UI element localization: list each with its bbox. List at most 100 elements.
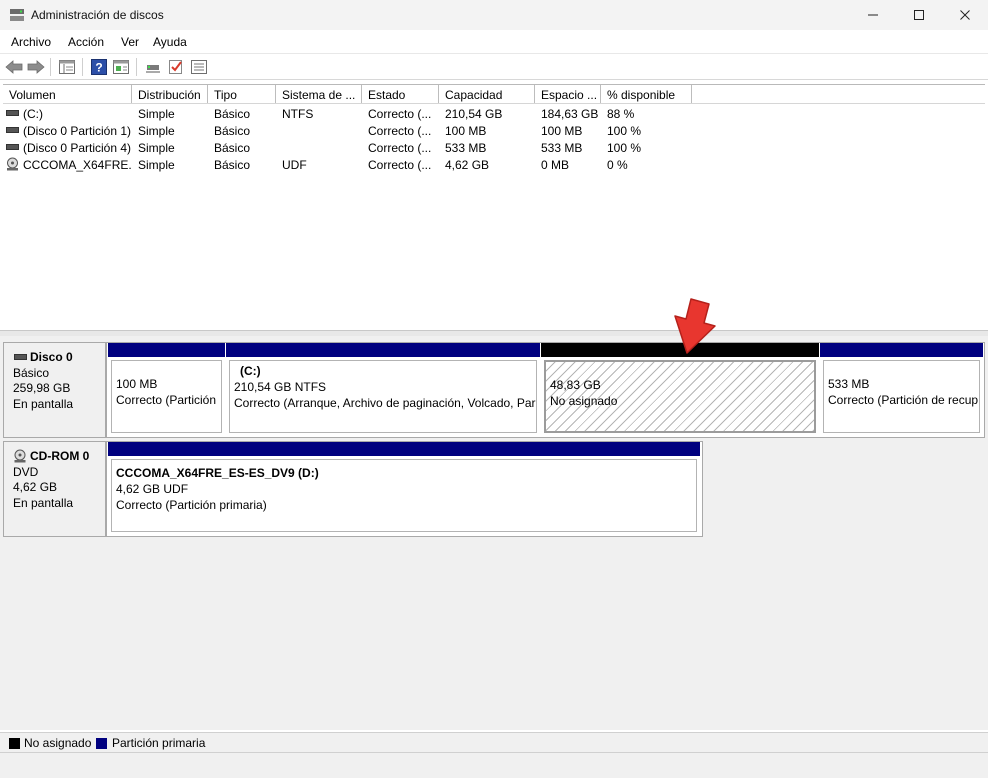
properties-icon bbox=[191, 60, 207, 74]
disk-label-cdrom-0[interactable]: CD-ROM 0 DVD 4,62 GB En pantalla bbox=[3, 441, 106, 537]
partition-status: Correcto (Partición primaria) bbox=[116, 498, 267, 512]
cell-disponible: 100 % bbox=[607, 141, 642, 155]
console-tree-icon bbox=[59, 60, 75, 74]
action-pane-button[interactable] bbox=[111, 57, 131, 77]
partition-size: 100 MB bbox=[116, 377, 158, 391]
cell-distribucion: Simple bbox=[138, 158, 175, 172]
checkmark-icon bbox=[169, 60, 182, 74]
connect-icon bbox=[146, 65, 160, 73]
cell-distribucion: Simple bbox=[138, 107, 175, 121]
cell-sistema: NTFS bbox=[282, 107, 314, 121]
disk-size: 4,62 GB bbox=[13, 480, 58, 494]
column-header-distribucion[interactable]: Distribución bbox=[132, 85, 208, 103]
partition-header-bar bbox=[108, 343, 225, 357]
volume-list-header: Volumen Distribución Tipo Sistema de ...… bbox=[3, 85, 985, 104]
menu-ver[interactable]: Ver bbox=[121, 35, 139, 49]
cell-disponible: 100 % bbox=[607, 124, 642, 138]
toolbar-separator bbox=[50, 58, 51, 76]
close-button[interactable] bbox=[942, 0, 988, 30]
back-icon bbox=[5, 60, 23, 74]
disk-name-text: Disco 0 bbox=[30, 350, 73, 364]
partition-size: 210,54 GB NTFS bbox=[234, 380, 327, 394]
close-icon bbox=[960, 10, 970, 20]
legend-swatch-unallocated bbox=[9, 738, 20, 749]
menu-ayuda[interactable]: Ayuda bbox=[153, 35, 187, 49]
volume-row[interactable]: CCCOMA_X64FRE... Simple Básico UDF Corre… bbox=[3, 156, 985, 173]
disk-name: CD-ROM 0 bbox=[13, 449, 105, 465]
partition-body: 533 MB Correcto (Partición de recup bbox=[823, 360, 980, 433]
column-header-estado[interactable]: Estado bbox=[362, 85, 439, 103]
legend-label-primary: Partición primaria bbox=[112, 736, 206, 750]
cell-tipo: Básico bbox=[214, 158, 251, 172]
forward-icon bbox=[27, 60, 45, 74]
connect-button[interactable] bbox=[143, 57, 163, 77]
cell-distribucion: Simple bbox=[138, 124, 175, 138]
cell-espacio: 533 MB bbox=[541, 141, 583, 155]
disk-kind: DVD bbox=[13, 464, 39, 479]
maximize-button[interactable] bbox=[896, 0, 942, 30]
partition-status: Correcto (Partición de recup bbox=[828, 393, 979, 407]
drive-icon bbox=[6, 110, 19, 116]
cd-icon bbox=[6, 157, 19, 171]
volume-row[interactable]: (Disco 0 Partición 4) Simple Básico Corr… bbox=[3, 139, 985, 156]
partition-header-bar bbox=[820, 343, 983, 357]
disk-label-disco-0[interactable]: Disco 0 Básico 259,98 GB En pantalla bbox=[3, 342, 106, 438]
cell-estado: Correcto (... bbox=[368, 158, 432, 172]
cell-tipo: Básico bbox=[214, 124, 251, 138]
minimize-icon bbox=[868, 14, 878, 16]
partition-header-bar bbox=[226, 343, 540, 357]
menu-bar: Archivo Acción Ver Ayuda bbox=[0, 30, 988, 54]
partition-label: CCCOMA_X64FRE_ES-ES_DV9 (D:) bbox=[116, 466, 319, 480]
column-header-disponible[interactable]: % disponible bbox=[601, 85, 692, 103]
column-header-espacio[interactable]: Espacio ... bbox=[535, 85, 601, 103]
back-button[interactable] bbox=[4, 57, 24, 77]
help-button[interactable]: ? bbox=[89, 57, 109, 77]
legend-swatch-primary bbox=[96, 738, 107, 749]
toolbar-separator bbox=[136, 58, 137, 76]
column-header-sistema[interactable]: Sistema de ... bbox=[276, 85, 362, 103]
status-bar bbox=[0, 752, 988, 778]
title-bar: Administración de discos bbox=[0, 0, 988, 30]
help-icon: ? bbox=[91, 59, 107, 75]
volume-row[interactable]: (C:) Simple Básico NTFS Correcto (... 21… bbox=[3, 105, 985, 122]
cell-estado: Correcto (... bbox=[368, 107, 432, 121]
column-header-tipo[interactable]: Tipo bbox=[208, 85, 276, 103]
menu-accion[interactable]: Acción bbox=[68, 35, 104, 49]
column-header-volumen[interactable]: Volumen bbox=[3, 85, 132, 103]
cell-volumen: CCCOMA_X64FRE... bbox=[23, 158, 131, 172]
cell-capacidad: 210,54 GB bbox=[445, 107, 503, 121]
cell-estado: Correcto (... bbox=[368, 124, 432, 138]
cell-capacidad: 4,62 GB bbox=[445, 158, 490, 172]
disk-0-partitions: 100 MB Correcto (Partición (C:) 210,54 G… bbox=[106, 342, 985, 438]
drive-icon bbox=[6, 144, 19, 150]
partition-body: 48,83 GB No asignado bbox=[544, 360, 816, 433]
partition-c[interactable]: (C:) 210,54 GB NTFS Correcto (Arranque, … bbox=[226, 343, 540, 436]
menu-archivo[interactable]: Archivo bbox=[11, 35, 51, 49]
column-header-capacidad[interactable]: Capacidad bbox=[439, 85, 535, 103]
checkmark-button[interactable] bbox=[166, 57, 186, 77]
forward-button[interactable] bbox=[26, 57, 46, 77]
disk-name: Disco 0 bbox=[13, 350, 105, 366]
partition-disk0-4[interactable]: 533 MB Correcto (Partición de recup bbox=[820, 343, 983, 436]
console-tree-button[interactable] bbox=[57, 57, 77, 77]
properties-button[interactable] bbox=[189, 57, 209, 77]
partition-size: 4,62 GB UDF bbox=[116, 482, 189, 496]
cdrom-0-partitions: CCCOMA_X64FRE_ES-ES_DV9 (D:) 4,62 GB UDF… bbox=[106, 441, 703, 537]
partition-disk0-1[interactable]: 100 MB Correcto (Partición bbox=[108, 343, 225, 436]
partition-d[interactable]: CCCOMA_X64FRE_ES-ES_DV9 (D:) 4,62 GB UDF… bbox=[108, 442, 700, 535]
legend-label-unallocated: No asignado bbox=[24, 736, 92, 750]
cell-espacio: 100 MB bbox=[541, 124, 583, 138]
partition-size: 48,83 GB bbox=[550, 378, 601, 392]
cell-tipo: Básico bbox=[214, 141, 251, 155]
volume-row[interactable]: (Disco 0 Partición 1) Simple Básico Corr… bbox=[3, 122, 985, 139]
partition-size: 533 MB bbox=[828, 377, 870, 391]
minimize-button[interactable] bbox=[850, 0, 896, 30]
partition-status: Correcto (Arranque, Archivo de paginació… bbox=[234, 396, 536, 410]
volume-list[interactable]: Volumen Distribución Tipo Sistema de ...… bbox=[3, 84, 985, 330]
partition-body: CCCOMA_X64FRE_ES-ES_DV9 (D:) 4,62 GB UDF… bbox=[111, 459, 697, 532]
cell-espacio: 184,63 GB bbox=[541, 107, 599, 121]
cell-disponible: 0 % bbox=[607, 158, 628, 172]
disk-management-app-icon bbox=[9, 8, 25, 22]
cell-sistema: UDF bbox=[282, 158, 307, 172]
hard-disk-icon bbox=[14, 354, 27, 360]
